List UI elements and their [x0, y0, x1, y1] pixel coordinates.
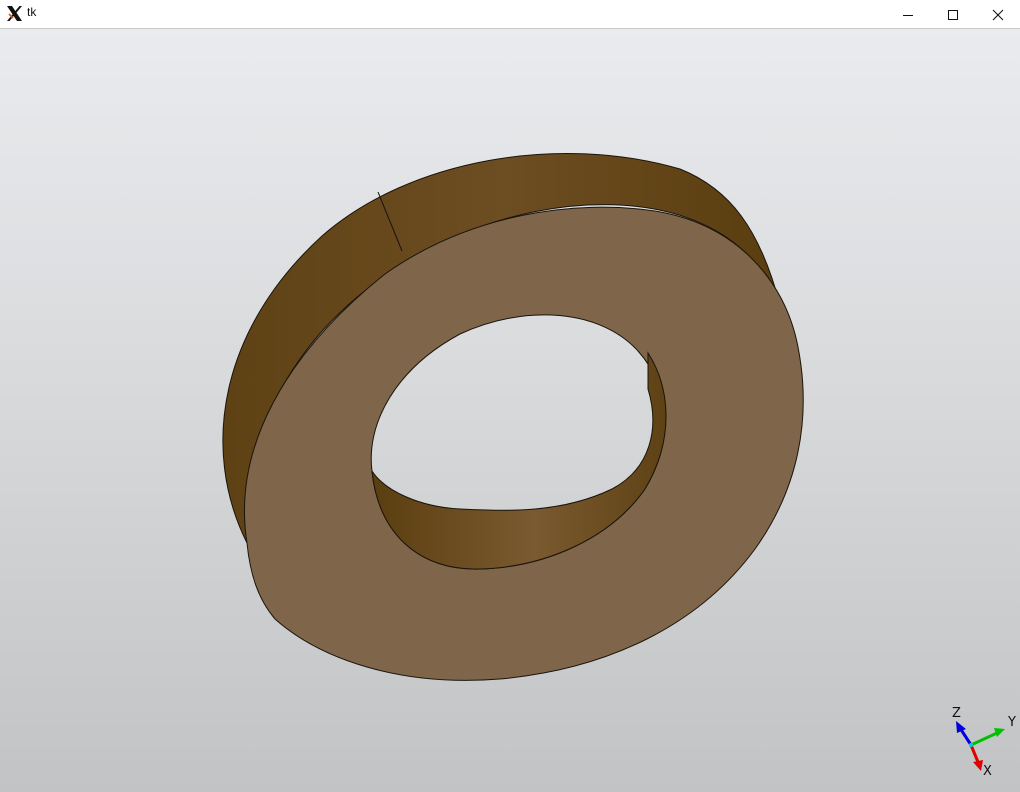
3d-viewport[interactable]: Z Y X	[0, 29, 1020, 792]
close-button[interactable]	[975, 0, 1020, 29]
close-icon	[992, 9, 1004, 20]
axis-label-z: Z	[952, 706, 961, 721]
maximize-button[interactable]	[930, 0, 976, 29]
washer-model[interactable]	[222, 152, 804, 681]
axis-label-x: X	[983, 764, 992, 779]
minimize-icon	[903, 14, 913, 16]
axis-triad: Z Y X	[952, 706, 1016, 779]
z-axis-arrow	[956, 721, 966, 733]
window-title: tk	[27, 5, 37, 19]
scene-canvas: Z Y X	[222, 152, 1016, 779]
x-axis-arrow	[973, 760, 983, 771]
title-bar: tk	[0, 0, 1020, 29]
minimize-button[interactable]	[885, 0, 931, 29]
y-axis-arrow	[994, 728, 1005, 737]
maximize-icon	[948, 9, 958, 20]
axis-label-y: Y	[1007, 715, 1016, 730]
x-app-icon	[7, 6, 22, 21]
